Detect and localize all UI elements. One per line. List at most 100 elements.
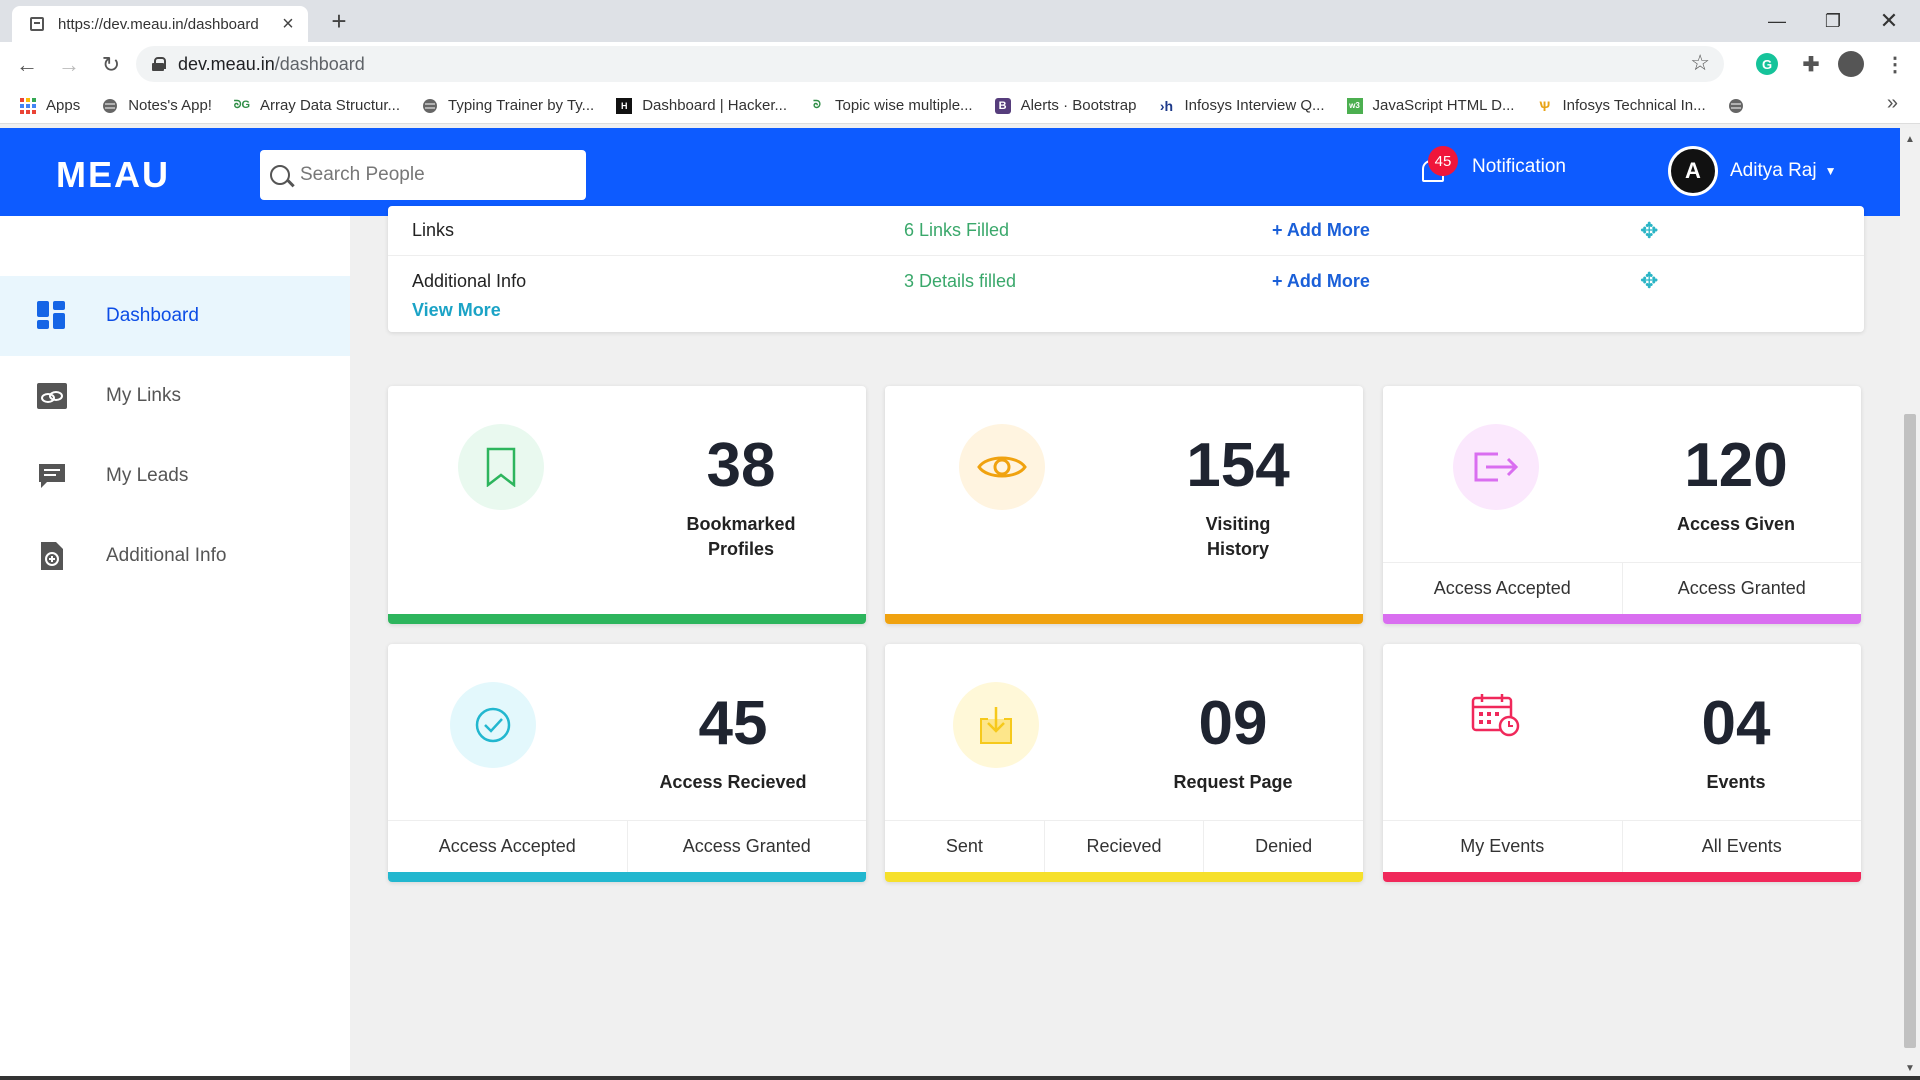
extensions-puzzle-icon[interactable]: ✚	[1796, 49, 1826, 79]
gfg-icon: ᘐ	[813, 99, 821, 111]
bookmarked-profiles-card[interactable]: 38 Bookmarked Profiles	[388, 386, 866, 624]
tree-icon: Ѱ	[1538, 97, 1551, 114]
notification-label: Notification	[1472, 156, 1566, 177]
bookmark-label: Apps	[46, 97, 81, 114]
search-input[interactable]: Search People	[260, 150, 586, 200]
app-viewport: MEAU Search People 45 Notification A Adi…	[0, 128, 1900, 1080]
page-scrollbar[interactable]: ▲ ▼	[1900, 128, 1920, 1080]
bookmark-topic-wise[interactable]: ᘐ Topic wise multiple...	[809, 97, 973, 114]
browser-tab[interactable]: https://dev.meau.in/dashboard ×	[12, 6, 308, 42]
card-accent-bar	[388, 614, 866, 624]
page-favicon-icon	[30, 17, 44, 31]
globe-icon	[102, 98, 118, 114]
dashboard-grid-icon	[36, 300, 68, 332]
apps-grid-icon	[20, 97, 36, 114]
bookmark-typing-trainer[interactable]: Typing Trainer by Ty...	[422, 97, 594, 114]
sidebar-item-label: My Links	[106, 385, 181, 406]
new-tab-button[interactable]: +	[324, 6, 354, 36]
access-granted-link[interactable]: Access Granted	[1623, 563, 1862, 614]
stat-label: Bookmarked Profiles	[641, 512, 841, 562]
close-tab-icon[interactable]: ×	[278, 13, 298, 36]
link-icon	[36, 380, 68, 412]
stat-number: 04	[1701, 689, 1771, 758]
back-icon[interactable]: ←	[10, 48, 44, 82]
card-footer: Sent Recieved Denied	[885, 820, 1363, 872]
stat-label: Request Page	[1173, 772, 1293, 792]
bookmark-infosys-technical[interactable]: Ѱ Infosys Technical In...	[1536, 97, 1706, 114]
recieved-link[interactable]: Recieved	[1045, 821, 1205, 872]
info-label: Links	[412, 220, 455, 240]
sidebar-item-dashboard[interactable]: Dashboard	[0, 276, 350, 356]
url-host: dev.meau.in	[178, 53, 275, 74]
bookmark-apps[interactable]: Apps	[20, 97, 80, 114]
bookmark-label: Array Data Structur...	[259, 97, 400, 114]
stat-label-line: Profiles	[707, 539, 775, 559]
address-bar[interactable]: dev.meau.in/dashboard ☆	[136, 46, 1724, 82]
sidebar-item-label: Additional Info	[106, 545, 227, 566]
sidebar-item-my-leads[interactable]: My Leads	[0, 436, 350, 516]
request-page-card[interactable]: 09 Request Page Sent Recieved Denied	[885, 644, 1363, 882]
scroll-down-icon[interactable]: ▼	[1905, 1063, 1915, 1074]
access-given-card[interactable]: 120 Access Given Access Accepted Access …	[1383, 386, 1861, 624]
all-events-link[interactable]: All Events	[1623, 821, 1862, 872]
close-window-button[interactable]: ✕	[1862, 0, 1916, 42]
check-circle-icon	[450, 682, 536, 768]
access-granted-link[interactable]: Access Granted	[628, 821, 867, 872]
sidebar-item-my-links[interactable]: My Links	[0, 356, 350, 436]
bookmark-infosys-interview[interactable]: ›h Infosys Interview Q...	[1158, 97, 1325, 114]
reload-icon[interactable]: ↻	[94, 48, 128, 82]
minimize-button[interactable]: —	[1750, 0, 1804, 42]
my-events-link[interactable]: My Events	[1383, 821, 1623, 872]
card-accent-bar	[388, 872, 866, 882]
move-arrows-icon[interactable]: ✥	[1640, 268, 1658, 294]
bookmark-star-icon[interactable]: ☆	[1690, 50, 1710, 76]
bookmark-hackerrank[interactable]: H Dashboard | Hacker...	[616, 97, 787, 114]
search-icon	[270, 165, 290, 185]
visiting-history-card[interactable]: 154 Visiting History	[885, 386, 1363, 624]
move-arrows-icon[interactable]: ✥	[1640, 218, 1658, 244]
access-recieved-card[interactable]: 45 Access Recieved Access Accepted Acces…	[388, 644, 866, 882]
access-accepted-link[interactable]: Access Accepted	[388, 821, 628, 872]
profile-info-card: Links 6 Links Filled + Add More ✥ Additi…	[388, 206, 1864, 332]
app-logo[interactable]: MEAU	[56, 154, 170, 196]
gfg-icon: ᘐG	[233, 99, 251, 111]
add-more-links-button[interactable]: + Add More	[1272, 220, 1370, 241]
bookmark-label: Topic wise multiple...	[835, 97, 973, 114]
access-accepted-link[interactable]: Access Accepted	[1383, 563, 1623, 614]
denied-link[interactable]: Denied	[1204, 821, 1363, 872]
forward-icon[interactable]: →	[52, 48, 86, 82]
scrollbar-thumb[interactable]	[1904, 414, 1916, 1048]
profile-avatar-icon[interactable]	[1838, 51, 1864, 77]
menu-dots-icon[interactable]: ⋮	[1880, 49, 1910, 79]
sidebar-item-additional-info[interactable]: Additional Info	[0, 516, 350, 596]
stat-label: Access Recieved	[659, 772, 807, 792]
scroll-up-icon[interactable]: ▲	[1905, 134, 1915, 145]
bookmark-array-data-structure[interactable]: ᘐG Array Data Structur...	[234, 97, 400, 114]
restore-button[interactable]: ❐	[1806, 0, 1860, 42]
more-bookmarks-icon[interactable]: »	[1887, 92, 1898, 115]
chat-icon	[36, 460, 68, 492]
grammarly-icon[interactable]: G	[1756, 53, 1778, 75]
bookmark-javascript-html[interactable]: w3 JavaScript HTML D...	[1346, 97, 1514, 114]
user-menu[interactable]: A Aditya Raj ▼	[1668, 146, 1837, 196]
hackerrank-icon: H	[616, 97, 633, 114]
bell-icon: 45	[1418, 146, 1458, 182]
view-more-link[interactable]: View More	[412, 300, 501, 321]
stat-number: 09	[1198, 689, 1268, 758]
lock-icon	[152, 57, 166, 71]
browser-toolbar: ← → ↻ dev.meau.in/dashboard ☆ G ✚ ⋮	[0, 42, 1920, 88]
notification-button[interactable]: 45 Notification	[1418, 146, 1566, 182]
sent-link[interactable]: Sent	[885, 821, 1045, 872]
stat-label-line: Visiting	[1205, 514, 1271, 534]
globe-icon	[422, 98, 438, 114]
bookmark-label: Alerts · Bootstrap	[1020, 97, 1137, 114]
bootstrap-icon: B	[994, 97, 1011, 114]
url-path: /dashboard	[274, 53, 365, 74]
bookmark-bootstrap-alerts[interactable]: B Alerts · Bootstrap	[994, 97, 1137, 114]
add-more-info-button[interactable]: + Add More	[1272, 271, 1370, 292]
download-icon	[953, 682, 1039, 768]
bookmark-globe[interactable]	[1728, 98, 1754, 114]
bookmark-notes-app[interactable]: Notes's App!	[102, 97, 212, 114]
events-card[interactable]: 04 Events My Events All Events	[1383, 644, 1861, 882]
info-row-links: Links 6 Links Filled + Add More ✥	[388, 206, 1864, 256]
